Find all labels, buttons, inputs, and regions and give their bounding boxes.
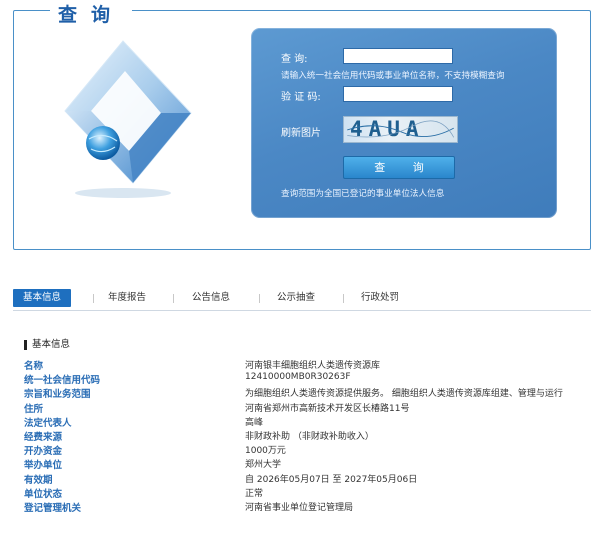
captcha-input[interactable] bbox=[343, 86, 453, 102]
registry-logo-icon bbox=[64, 40, 192, 198]
captcha-label: 验 证 码: bbox=[281, 92, 321, 103]
field-key: 单位状态 bbox=[24, 488, 63, 500]
field-key: 法定代表人 bbox=[24, 417, 72, 429]
table-row: 住所 河南省郑州市高新技术开发区长椿路11号 bbox=[24, 401, 594, 415]
tab-divider bbox=[93, 294, 94, 303]
field-value: 河南银丰细胞组织人类遗传资源库 bbox=[245, 361, 381, 371]
field-key: 举办单位 bbox=[24, 460, 63, 472]
table-row: 经费来源 非财政补助 （非财政补助收入） bbox=[24, 429, 594, 443]
table-row: 登记管理机关 河南省事业单位登记管理局 bbox=[24, 500, 594, 514]
field-key: 有效期 bbox=[24, 474, 53, 486]
field-key: 经费来源 bbox=[24, 431, 63, 443]
search-hint: 请输入统一社会信用代码或事业单位名称，不支持模糊查询 bbox=[281, 71, 505, 81]
captcha-image[interactable]: 4AUA bbox=[343, 116, 458, 143]
field-key: 开办资金 bbox=[24, 446, 63, 458]
field-key: 宗旨和业务范围 bbox=[24, 389, 91, 401]
field-key: 住所 bbox=[24, 403, 44, 415]
field-value: 为细胞组织人类遗传资源提供服务。 细胞组织人类遗传资源库组建、管理与运行 bbox=[245, 389, 563, 400]
tab-divider bbox=[173, 294, 174, 303]
captcha-noise-icon bbox=[347, 120, 455, 138]
basic-info-table: 名称 河南银丰细胞组织人类遗传资源库 统一社会信用代码 12410000MB0R… bbox=[24, 358, 594, 514]
table-row: 名称 河南银丰细胞组织人类遗传资源库 bbox=[24, 358, 594, 372]
tab-annual-report[interactable]: 年度报告 bbox=[99, 289, 155, 307]
table-row: 宗旨和业务范围 为细胞组织人类遗传资源提供服务。 细胞组织人类遗传资源库组建、管… bbox=[24, 386, 594, 400]
search-panel: 查 询: 请输入统一社会信用代码或事业单位名称，不支持模糊查询 验 证 码: 刷… bbox=[251, 28, 557, 218]
field-key: 名称 bbox=[24, 361, 44, 372]
table-row: 法定代表人 高峰 bbox=[24, 415, 594, 429]
field-value: 12410000MB0R30263F bbox=[245, 372, 351, 383]
field-key: 登记管理机关 bbox=[24, 502, 82, 514]
field-value: 郑州大学 bbox=[245, 460, 282, 471]
tab-penalties[interactable]: 行政处罚 bbox=[352, 289, 408, 307]
search-legend: 查询 bbox=[50, 0, 133, 27]
tab-divider bbox=[259, 294, 260, 303]
search-scope-note: 查询范围为全国已登记的事业单位法人信息 bbox=[281, 189, 445, 199]
field-value: 河南省郑州市高新技术开发区长椿路11号 bbox=[245, 403, 410, 414]
table-row: 单位状态 正常 bbox=[24, 486, 594, 500]
tab-divider bbox=[343, 294, 344, 303]
tab-basic-info[interactable]: 基本信息 bbox=[13, 289, 71, 307]
keyword-input[interactable] bbox=[343, 48, 453, 64]
search-button[interactable]: 查 询 bbox=[343, 156, 455, 179]
table-row: 举办单位 郑州大学 bbox=[24, 457, 594, 471]
keyword-label: 查 询: bbox=[281, 54, 308, 65]
table-row: 有效期 自 2026年05月07日 至 2027年05月06日 bbox=[24, 472, 594, 486]
basic-info-title: 基本信息 bbox=[24, 340, 70, 350]
field-value: 正常 bbox=[245, 488, 264, 499]
info-tabs: 基本信息 年度报告 公告信息 公示抽查 行政处罚 bbox=[13, 289, 591, 311]
field-key: 统一社会信用代码 bbox=[24, 375, 101, 387]
tab-announcements[interactable]: 公告信息 bbox=[183, 289, 239, 307]
field-value: 河南省事业单位登记管理局 bbox=[245, 502, 354, 513]
field-value: 非财政补助 （非财政补助收入） bbox=[245, 431, 374, 442]
table-row: 开办资金 1000万元 bbox=[24, 443, 594, 457]
field-value: 高峰 bbox=[245, 417, 264, 428]
field-value: 自 2026年05月07日 至 2027年05月06日 bbox=[245, 474, 418, 485]
tab-spot-checks[interactable]: 公示抽查 bbox=[268, 289, 324, 307]
field-value: 1000万元 bbox=[245, 446, 286, 457]
refresh-captcha-link[interactable]: 刷新图片 bbox=[281, 124, 321, 139]
table-row: 统一社会信用代码 12410000MB0R30263F bbox=[24, 372, 594, 386]
